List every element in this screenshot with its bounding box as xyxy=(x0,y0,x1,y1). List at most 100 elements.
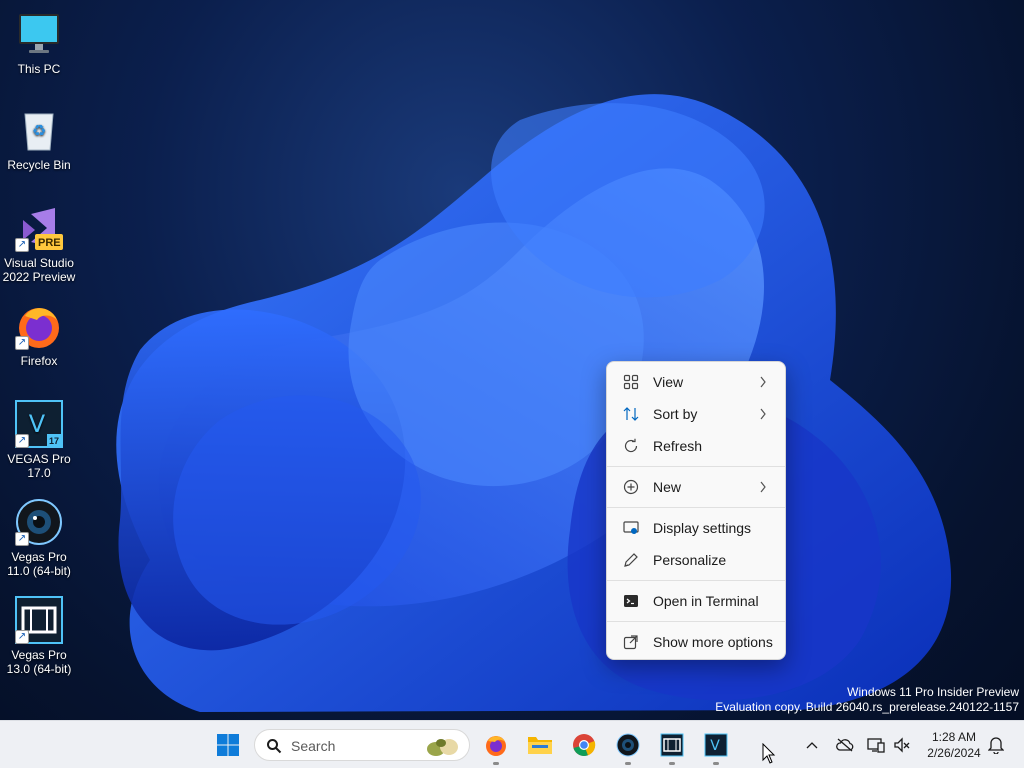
desktop-icon-label: Vegas Pro 13.0 (64-bit) xyxy=(6,648,72,676)
running-indicator xyxy=(713,762,719,765)
visual-studio-badge: PRE xyxy=(38,237,61,249)
vegas-pro-11-icon xyxy=(616,733,640,757)
menu-separator xyxy=(607,580,785,581)
tray-volume[interactable] xyxy=(892,735,912,755)
desktop-icon-label: Visual Studio 2022 Preview xyxy=(2,256,76,284)
menu-separator xyxy=(607,621,785,622)
visual-studio-icon: PRE ↗ xyxy=(15,204,63,252)
desktop-icon-label: Recycle Bin xyxy=(7,158,71,172)
desktop-icon-vegas-pro-13[interactable]: ↗ Vegas Pro 13.0 (64-bit) xyxy=(0,596,78,676)
desktop-icon-vegas-pro-11[interactable]: ↗ Vegas Pro 11.0 (64-bit) xyxy=(0,498,78,578)
menu-item-personalize[interactable]: Personalize xyxy=(611,544,781,576)
menu-item-label: Refresh xyxy=(653,438,703,454)
evaluation-watermark: Windows 11 Pro Insider Preview Evaluatio… xyxy=(715,685,1019,715)
desktop-context-menu: View Sort by Refresh New Display setting… xyxy=(606,361,786,660)
taskbar-vegas-pro-11[interactable] xyxy=(608,725,648,765)
desktop-icon-label: VEGAS Pro 17.0 xyxy=(7,452,71,480)
vegas-17-badge: 17 xyxy=(49,436,60,446)
terminal-icon xyxy=(623,593,639,609)
external-icon xyxy=(623,634,639,650)
shortcut-arrow-icon: ↗ xyxy=(15,434,29,448)
menu-item-label: View xyxy=(653,374,684,390)
menu-separator xyxy=(607,507,785,508)
shortcut-arrow-icon: ↗ xyxy=(15,336,29,350)
taskbar: Search V 1:28 AM 2/26/2024 xyxy=(0,720,1024,768)
notifications-button[interactable] xyxy=(986,735,1006,755)
menu-item-new[interactable]: New xyxy=(611,471,781,503)
menu-separator xyxy=(607,466,785,467)
desktop-icon-firefox[interactable]: ↗ Firefox xyxy=(0,302,78,368)
refresh-icon xyxy=(623,438,639,454)
shortcut-arrow-icon: ↗ xyxy=(15,238,29,252)
chevron-right-icon xyxy=(760,408,766,420)
firefox-icon: ↗ xyxy=(15,302,63,350)
menu-item-sort-by[interactable]: Sort by xyxy=(611,398,781,430)
file-explorer-icon xyxy=(528,737,552,754)
clock-time: 1:28 AM xyxy=(931,730,977,744)
menu-item-label: Personalize xyxy=(653,552,727,568)
desktop-icon-label: This PC xyxy=(17,62,61,76)
tray-onedrive[interactable] xyxy=(835,735,855,755)
desktop-icon-label: Vegas Pro 11.0 (64-bit) xyxy=(7,550,71,578)
menu-item-display-settings[interactable]: Display settings xyxy=(611,512,781,544)
menu-item-label: Sort by xyxy=(653,406,698,422)
desktop-icon-recycle-bin[interactable]: ♻ Recycle Bin xyxy=(0,106,78,172)
taskbar-vegas-pro-17[interactable]: V xyxy=(696,725,736,765)
vegas-pro-13-icon xyxy=(660,733,684,757)
svg-text:V: V xyxy=(29,410,46,438)
start-icon xyxy=(217,734,239,756)
display-settings-icon xyxy=(623,520,639,536)
desktop-icon-label: Firefox xyxy=(20,354,58,368)
chrome-icon xyxy=(573,734,596,757)
chevron-up-icon xyxy=(806,742,818,749)
shortcut-arrow-icon: ↗ xyxy=(15,532,29,546)
show-hidden-icons-button[interactable] xyxy=(802,735,822,755)
running-indicator xyxy=(669,762,675,765)
chevron-right-icon xyxy=(760,481,766,493)
vegas-pro-17-icon: V xyxy=(704,733,728,757)
shortcut-arrow-icon: ↗ xyxy=(15,630,29,644)
search-icon xyxy=(267,739,282,754)
desktop-wallpaper[interactable] xyxy=(0,0,1024,720)
taskbar-chrome[interactable] xyxy=(564,725,604,765)
sort-icon xyxy=(623,406,639,422)
taskbar-vegas-pro-13[interactable] xyxy=(652,725,692,765)
taskbar-firefox[interactable] xyxy=(476,725,516,765)
network-icon xyxy=(867,738,885,753)
menu-item-view[interactable]: View xyxy=(611,366,781,398)
menu-item-open-terminal[interactable]: Open in Terminal xyxy=(611,585,781,617)
start-button[interactable] xyxy=(208,725,248,765)
taskbar-file-explorer[interactable] xyxy=(520,725,560,765)
menu-item-refresh[interactable]: Refresh xyxy=(611,430,781,462)
bell-icon xyxy=(988,737,1004,754)
watermark-line-1: Windows 11 Pro Insider Preview xyxy=(847,685,1019,699)
menu-item-label: Show more options xyxy=(653,634,773,650)
plus-circle-icon xyxy=(623,479,639,495)
svg-text:♻: ♻ xyxy=(32,121,46,140)
watermark-line-2: Evaluation copy. Build 26040.rs_prerelea… xyxy=(715,700,1019,714)
search-highlight-icon xyxy=(427,739,458,756)
running-indicator xyxy=(625,762,631,765)
desktop-icon-visual-studio[interactable]: PRE ↗ Visual Studio 2022 Preview xyxy=(0,204,78,284)
taskbar-clock[interactable]: 1:28 AM 2/26/2024 xyxy=(918,729,990,761)
grid-view-icon xyxy=(623,374,639,390)
clock-date: 2/26/2024 xyxy=(927,746,981,760)
recycle-bin-icon: ♻ xyxy=(15,106,63,154)
pen-icon xyxy=(623,552,639,568)
menu-item-label: New xyxy=(653,479,682,495)
menu-item-label: Open in Terminal xyxy=(653,593,759,609)
desktop-icon-vegas-pro-17[interactable]: V 17 ↗ VEGAS Pro 17.0 xyxy=(0,400,78,480)
svg-text:V: V xyxy=(710,738,720,754)
monitor-icon xyxy=(15,10,63,58)
volume-muted-icon xyxy=(894,737,910,753)
vegas-pro-13-icon: ↗ xyxy=(15,596,63,644)
firefox-icon xyxy=(486,736,506,756)
menu-item-show-more-options[interactable]: Show more options xyxy=(611,626,781,658)
desktop-icon-this-pc[interactable]: This PC xyxy=(0,10,78,76)
taskbar-search[interactable]: Search xyxy=(254,729,470,761)
vegas-pro-17-icon: V 17 ↗ xyxy=(15,400,63,448)
cloud-off-icon xyxy=(836,738,854,752)
tray-network[interactable] xyxy=(866,735,886,755)
menu-item-label: Display settings xyxy=(653,520,752,536)
running-indicator xyxy=(493,762,499,765)
